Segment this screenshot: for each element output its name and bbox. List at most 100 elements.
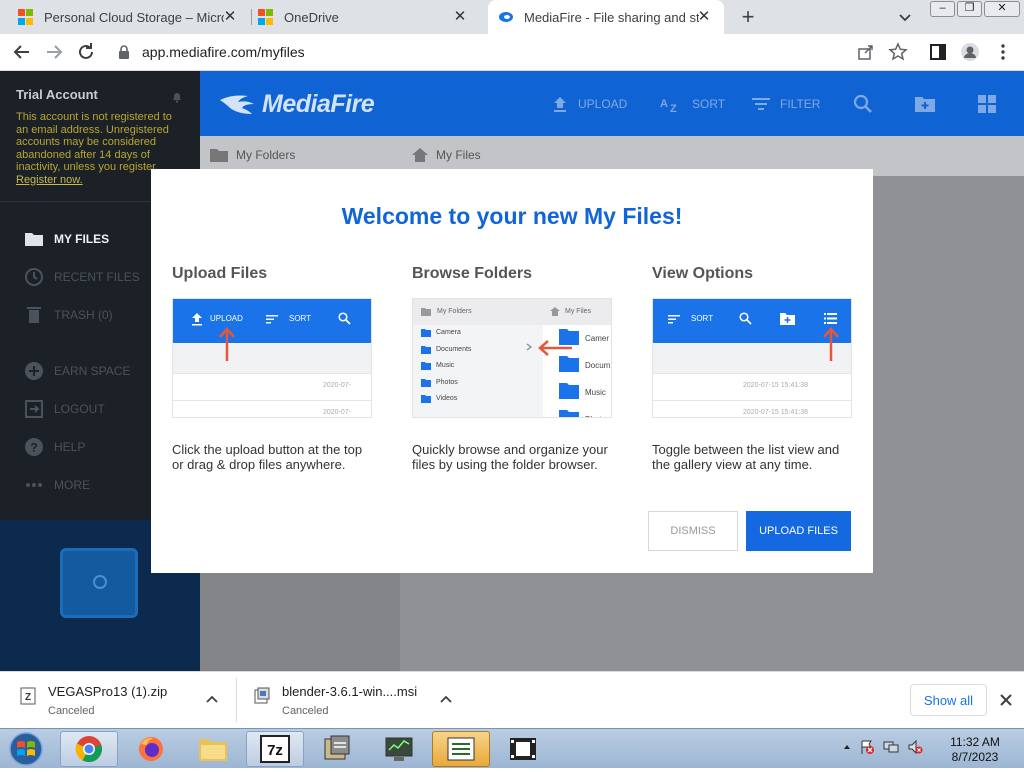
mediafire-flame-icon — [220, 95, 254, 114]
trial-notice-text: This account is not registered to an ema… — [16, 111, 172, 173]
new-tab-button[interactable]: + — [738, 6, 758, 28]
download-item[interactable]: blender-3.6.1-win....msi Canceled — [254, 672, 464, 729]
taskbar-file-explorer[interactable] — [184, 731, 242, 767]
upload-label: UPLOAD — [578, 97, 628, 111]
upload-illustration: UPLOAD SORT 2020-07- 2020-07- — [172, 298, 372, 418]
system-clock[interactable]: 11:32 AM 8/7/2023 — [940, 735, 1010, 765]
close-window-button[interactable]: ✕ — [984, 1, 1020, 17]
illus-folder-label: Documents — [436, 345, 472, 353]
svg-text:Z: Z — [25, 692, 31, 703]
illus-folder-label: Music — [585, 388, 606, 397]
taskbar-7zip[interactable]: 7z — [246, 731, 304, 767]
illus-folder-label: Photos — [436, 378, 458, 386]
star-icon[interactable] — [888, 42, 908, 62]
reload-button[interactable] — [74, 40, 98, 64]
mediafire-logo[interactable]: MediaFire — [218, 89, 375, 119]
share-icon[interactable] — [856, 42, 876, 62]
back-button[interactable] — [10, 40, 34, 64]
my-files-label: My Files — [436, 148, 481, 162]
minimize-button[interactable]: – — [930, 1, 955, 17]
new-folder-icon[interactable] — [914, 93, 936, 115]
url-text: app.mediafire.com/myfiles — [142, 44, 305, 60]
illus-upload-label: UPLOAD — [210, 314, 243, 323]
search-icon — [739, 312, 752, 325]
illus-folder-label: Music — [436, 362, 455, 369]
sidebar-item-label: LOGOUT — [54, 402, 105, 416]
sidebar-item-earn-space[interactable]: EARN SPACE — [24, 359, 130, 383]
microsoft-logo-icon — [18, 9, 34, 25]
profile-avatar-icon[interactable] — [960, 42, 980, 62]
sidebar-item-trash[interactable]: TRASH (0) — [24, 303, 113, 327]
register-now-link[interactable]: Register now. — [16, 174, 83, 186]
filter-label: FILTER — [780, 97, 821, 111]
volume-muted-icon[interactable] — [907, 739, 923, 755]
network-icon[interactable] — [883, 739, 899, 755]
folder-icon — [421, 395, 431, 403]
sort-button[interactable]: AZ SORT — [660, 93, 725, 115]
taskbar-chrome[interactable] — [60, 731, 118, 767]
restore-button[interactable]: ❐ — [957, 1, 982, 17]
dismiss-button[interactable]: DISMISS — [648, 511, 738, 551]
browse-folders-column: Browse Folders My Folders My Files Camer… — [412, 265, 612, 472]
taskbar-system-monitor[interactable] — [370, 731, 428, 767]
forward-button[interactable] — [42, 40, 66, 64]
sidebar-item-my-files[interactable]: MY FILES — [24, 227, 109, 251]
tab-mediafire[interactable]: MediaFire - File sharing and storage ✕ — [488, 0, 724, 34]
sidebar-item-more[interactable]: MORE — [24, 473, 90, 497]
arrow-right-icon — [47, 45, 63, 59]
logout-icon — [25, 400, 43, 418]
folder-icon — [25, 233, 43, 246]
window-controls: – ❐ ✕ — [930, 1, 1020, 17]
taskbar-installer[interactable] — [308, 731, 366, 767]
sidebar-item-label: MORE — [54, 478, 90, 492]
sidebar-item-help[interactable]: ? HELP — [24, 435, 85, 459]
grid-view-icon[interactable] — [976, 93, 998, 115]
kebab-menu-icon[interactable] — [993, 42, 1013, 62]
close-icon[interactable] — [998, 692, 1014, 708]
illus-date: 2020-07- — [323, 382, 352, 389]
taskbar-video-editor[interactable] — [494, 731, 552, 767]
close-icon[interactable]: ✕ — [452, 9, 468, 25]
close-icon[interactable]: ✕ — [696, 9, 712, 25]
tab-onedrive[interactable]: OneDrive ✕ — [258, 0, 480, 34]
taskbar-firefox[interactable] — [122, 731, 180, 767]
column-description: Click the upload button at the top or dr… — [172, 442, 363, 472]
tray-expand-icon[interactable] — [843, 743, 851, 751]
upload-button[interactable]: UPLOAD — [552, 93, 627, 115]
taskbar-task-manager[interactable] — [432, 731, 490, 767]
illus-date: 2020-07- — [323, 409, 352, 416]
illus-sort-label: SORT — [691, 314, 714, 323]
breadcrumb[interactable]: My Files — [412, 148, 481, 162]
upload-files-button[interactable]: UPLOAD FILES — [746, 511, 851, 551]
folder-icon — [559, 356, 579, 372]
vault-icon — [60, 548, 138, 618]
folder-icon — [210, 149, 228, 162]
download-bar: Z VEGASPro13 (1).zip Canceled blender-3.… — [0, 671, 1024, 728]
tab-personal-cloud-storage[interactable]: Personal Cloud Storage – Microsoft ✕ — [18, 0, 250, 34]
sidebar-item-label: HELP — [54, 440, 86, 454]
action-center-flag-icon[interactable] — [859, 739, 875, 755]
side-panel-icon[interactable] — [928, 42, 948, 62]
illus-my-folders: My Folders — [437, 308, 472, 315]
chevron-down-icon[interactable] — [896, 8, 914, 26]
my-folders-crumb[interactable]: My Folders — [210, 148, 295, 162]
address-bar[interactable]: app.mediafire.com/myfiles — [106, 37, 844, 67]
start-button[interactable] — [6, 731, 46, 767]
sidebar-item-recent-files[interactable]: RECENT FILES — [24, 265, 140, 289]
folder-icon — [421, 362, 431, 370]
bell-icon[interactable] — [171, 90, 183, 103]
download-filename: blender-3.6.1-win....msi — [282, 684, 418, 699]
reload-icon — [79, 43, 93, 59]
help-icon: ? — [25, 438, 43, 456]
search-icon[interactable] — [852, 93, 874, 115]
illus-folder-label: Photos — [585, 415, 610, 417]
show-all-button[interactable]: Show all — [910, 684, 987, 716]
sidebar-item-logout[interactable]: LOGOUT — [24, 397, 105, 421]
download-item[interactable]: Z VEGASPro13 (1).zip Canceled — [20, 672, 230, 729]
folder-icon — [421, 329, 431, 337]
tab-title: Personal Cloud Storage – Microsoft — [44, 9, 224, 25]
column-description: Quickly browse and organize your files b… — [412, 442, 608, 472]
close-icon[interactable]: ✕ — [222, 9, 238, 25]
filter-button[interactable]: FILTER — [752, 93, 820, 115]
trial-account-title: Trial Account — [16, 87, 98, 102]
